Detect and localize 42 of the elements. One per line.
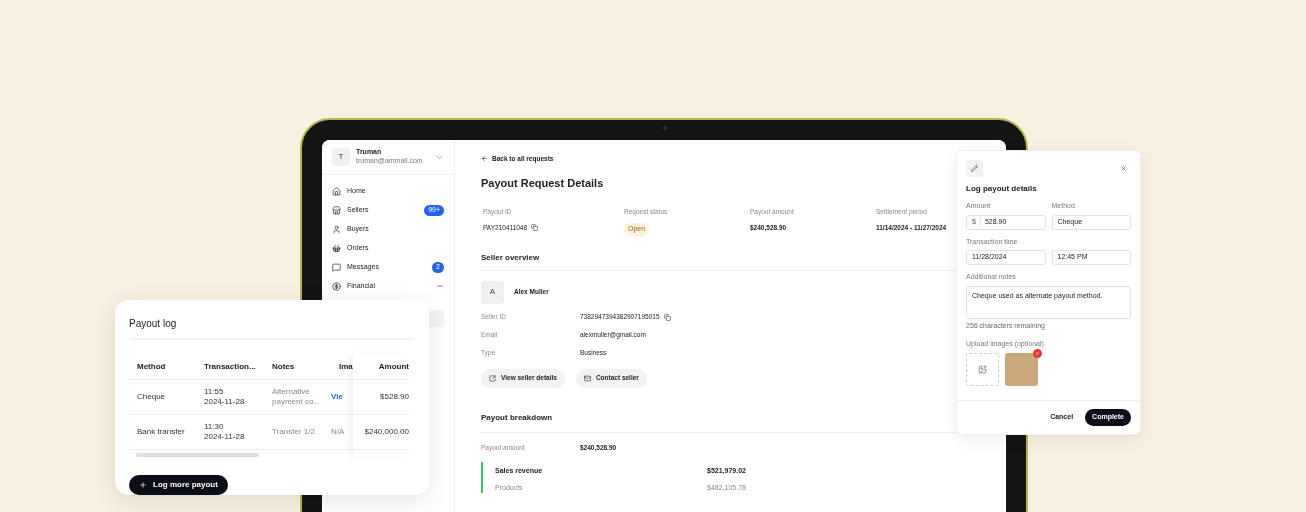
close-icon[interactable] xyxy=(1120,165,1127,172)
external-link-icon xyxy=(489,374,496,382)
table-cell: $240,000.00 xyxy=(353,415,409,450)
store-icon xyxy=(332,205,341,215)
table-cell-text: 11:55 2024-11-28 xyxy=(203,387,246,407)
pencil-icon xyxy=(971,165,978,172)
copy-icon[interactable] xyxy=(531,224,539,232)
column-header: Method xyxy=(136,360,167,373)
basket-icon xyxy=(332,243,341,253)
column-header: Amount xyxy=(353,354,409,380)
person-icon xyxy=(332,224,341,234)
column-header: Ima xyxy=(338,360,353,373)
photo-placeholder xyxy=(1005,352,1038,386)
table-cell-text: N/A xyxy=(331,426,346,438)
plus-icon xyxy=(139,481,147,489)
log-more-button[interactable]: Log more payout xyxy=(129,475,228,495)
image-plus-icon xyxy=(978,364,987,374)
mail-icon xyxy=(583,374,591,382)
view-link[interactable]: Vie xyxy=(331,391,353,403)
dialog-title: Log payout details xyxy=(966,183,1038,195)
table-cell-text: Transfer 1/2 xyxy=(271,427,316,437)
arrow-left-icon xyxy=(481,155,488,163)
table-cell-text: Cheque xyxy=(136,391,167,403)
page-title: Payout Request Details xyxy=(481,175,604,191)
user-avatar: T xyxy=(332,148,350,166)
close-icon xyxy=(1035,350,1040,356)
column-header: Transaction... xyxy=(203,360,257,373)
chat-icon xyxy=(332,262,341,272)
collapse-icon[interactable] xyxy=(436,282,444,290)
column-header: Notes xyxy=(271,360,296,373)
home-icon xyxy=(332,186,341,196)
seller-avatar: A xyxy=(481,280,504,304)
table-cell-text: Bank transfer xyxy=(136,426,186,438)
scrollbar-thumb[interactable] xyxy=(136,453,259,457)
remove-image-button[interactable] xyxy=(1033,348,1042,358)
table-cell-text: 11:30 2024-11-28 xyxy=(203,422,246,442)
upload-tile[interactable] xyxy=(966,352,999,386)
dollar-icon xyxy=(332,281,341,291)
table-cell: $528.90 xyxy=(353,380,409,415)
copy-icon[interactable] xyxy=(663,313,671,321)
card-title: Payout log xyxy=(129,316,415,340)
table-cell-text: Alternative payment co... xyxy=(271,387,322,407)
